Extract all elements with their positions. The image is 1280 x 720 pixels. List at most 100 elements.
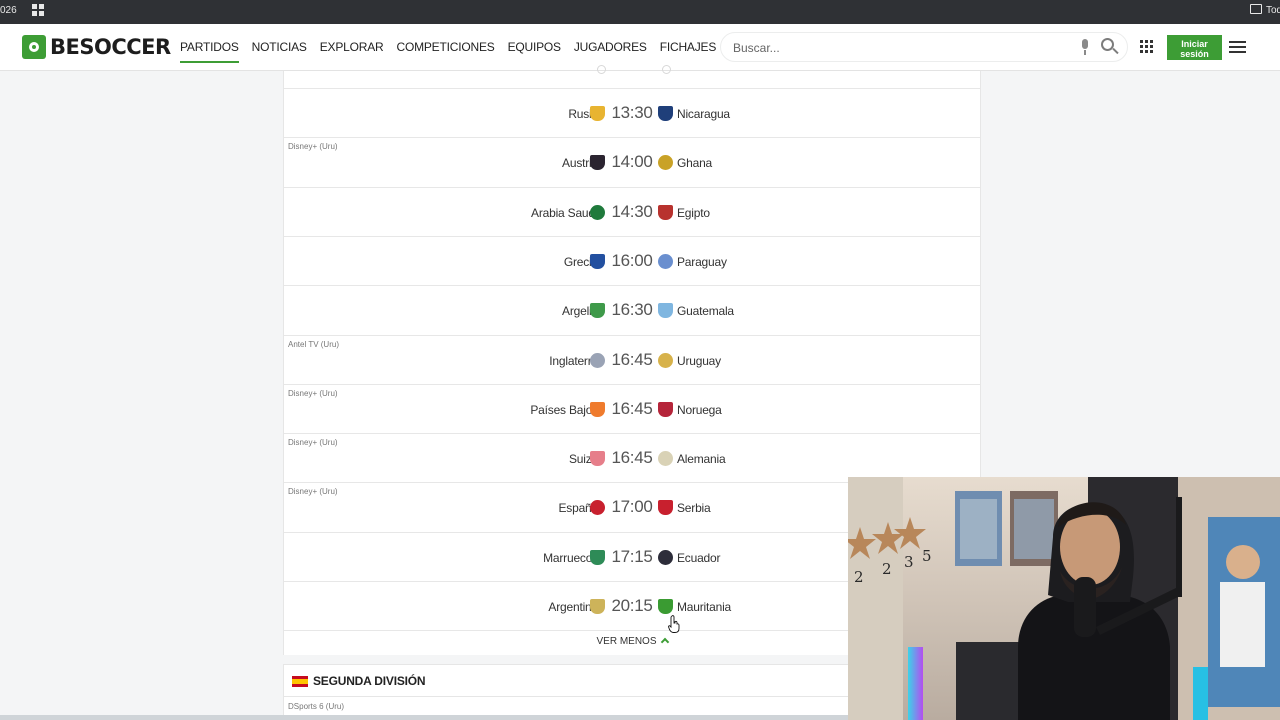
streamer-video: 2 2 3 5: [848, 477, 1280, 720]
away-team-name[interactable]: Nicaragua: [677, 107, 730, 121]
home-team-crest-icon: [590, 550, 605, 565]
match-time[interactable]: 20:15: [611, 596, 653, 616]
logo-text: BESOCCER: [50, 35, 171, 59]
match-time[interactable]: 17:15: [611, 547, 653, 567]
team-crest-icon: [597, 65, 606, 74]
away-team-crest-icon: [658, 303, 673, 318]
nav-item[interactable]: EXPLORAR: [320, 24, 384, 71]
nav-item[interactable]: COMPETICIONES: [396, 24, 494, 71]
login-button[interactable]: Iniciar sesión: [1167, 35, 1222, 60]
away-team-name[interactable]: Ecuador: [677, 551, 720, 565]
away-team-name[interactable]: Egipto: [677, 206, 710, 220]
home-team-crest-icon: [590, 303, 605, 318]
home-team-crest-icon: [590, 254, 605, 269]
folder-icon[interactable]: [1250, 4, 1262, 14]
webcam-overlay: 2 2 3 5: [848, 477, 1280, 720]
nav-item[interactable]: JUGADORES: [574, 24, 647, 71]
away-team-crest-icon: [658, 500, 673, 515]
match-time[interactable]: 16:45: [611, 448, 653, 468]
nav-item[interactable]: FICHAJES: [660, 24, 717, 71]
match-row[interactable]: Disney+ (Uru) Austria 14:00 Ghana: [284, 138, 980, 188]
tv-channel-label: Disney+ (Uru): [288, 389, 338, 398]
away-team-crest-icon: [658, 353, 673, 368]
away-team-name[interactable]: Uruguay: [677, 354, 721, 368]
away-team-name[interactable]: Mauritania: [677, 600, 731, 614]
away-team-name[interactable]: Noruega: [677, 403, 722, 417]
away-team-crest-icon: [658, 451, 673, 466]
match-row[interactable]: Argelia 16:30 Guatemala: [284, 286, 980, 336]
search-icon[interactable]: [1101, 38, 1119, 56]
svg-text:2: 2: [854, 568, 864, 586]
match-time[interactable]: 13:30: [611, 103, 653, 123]
match-row[interactable]: Arabia Saudí 14:30 Egipto: [284, 188, 980, 237]
tv-channel-label: Disney+ (Uru): [288, 487, 338, 496]
search-input[interactable]: [733, 39, 1063, 57]
away-team-crest-icon: [658, 402, 673, 417]
home-team-crest-icon: [590, 402, 605, 417]
away-team-crest-icon: [658, 155, 673, 170]
logo-mark-icon: [22, 35, 46, 59]
away-team-name[interactable]: Ghana: [677, 156, 712, 170]
search-box[interactable]: [720, 32, 1128, 62]
tv-channel-label: Antel TV (Uru): [288, 340, 339, 349]
home-team-crest-icon: [590, 155, 605, 170]
away-team-name[interactable]: Alemania: [677, 452, 726, 466]
home-team-crest-icon: [590, 500, 605, 515]
away-team-name[interactable]: Paraguay: [677, 255, 727, 269]
nav-item[interactable]: EQUIPOS: [508, 24, 561, 71]
hand-cursor-icon: [668, 615, 680, 633]
match-time[interactable]: 16:30: [611, 300, 653, 320]
ver-menos-label: VER MENOS: [596, 636, 657, 647]
svg-text:2: 2: [882, 560, 892, 578]
match-row-partial: [284, 65, 980, 89]
besoccer-logo[interactable]: BESOCCER: [22, 34, 171, 60]
match-row[interactable]: Disney+ (Uru) Suiza 16:45 Alemania: [284, 434, 980, 483]
away-team-crest-icon: [658, 106, 673, 121]
match-time[interactable]: 14:30: [611, 202, 653, 222]
home-team-crest-icon: [590, 205, 605, 220]
svg-text:3: 3: [904, 553, 914, 571]
home-team-crest-icon: [590, 451, 605, 466]
match-row[interactable]: Grecia 16:00 Paraguay: [284, 237, 980, 286]
away-team-crest-icon: [658, 599, 673, 614]
mic-icon[interactable]: [1080, 39, 1090, 56]
chevron-up-icon: [660, 637, 669, 647]
apps-grid-icon[interactable]: [1140, 40, 1153, 53]
menu-icon[interactable]: [1229, 41, 1246, 54]
site-header: BESOCCER PARTIDOS NOTICIAS EXPLORAR COMPETI…: [0, 24, 1280, 71]
match-row[interactable]: Rusia 13:30 Nicaragua: [284, 89, 980, 138]
bookmark-text-left: 026: [0, 5, 17, 16]
login-label-line2: sesión: [1180, 49, 1209, 59]
match-time[interactable]: 14:00: [611, 152, 653, 172]
bookmark-text-right[interactable]: Tod: [1266, 5, 1280, 16]
nav-item[interactable]: NOTICIAS: [252, 24, 307, 71]
nav-item[interactable]: PARTIDOS: [180, 24, 239, 71]
home-team-crest-icon: [590, 353, 605, 368]
main-nav: PARTIDOS NOTICIAS EXPLORAR COMPETICIONES EQU…: [180, 24, 783, 71]
away-team-crest-icon: [658, 205, 673, 220]
match-row[interactable]: Disney+ (Uru) Países Bajos 16:45 Noruega: [284, 385, 980, 434]
match-time[interactable]: 16:45: [611, 350, 653, 370]
away-team-name[interactable]: Serbia: [677, 501, 711, 515]
competition-title: SEGUNDA DIVISIÓN: [313, 674, 426, 688]
match-time[interactable]: 16:45: [611, 399, 653, 419]
tv-channel-label: Disney+ (Uru): [288, 438, 338, 447]
tv-channel-label: DSports 6 (Uru): [288, 702, 345, 711]
login-label-line1: Iniciar: [1181, 39, 1208, 49]
home-team-name[interactable]: Países Bajos: [530, 403, 598, 417]
match-time[interactable]: 17:00: [611, 497, 653, 517]
home-team-crest-icon: [590, 599, 605, 614]
home-team-name[interactable]: Arabia Saudí: [531, 206, 598, 220]
tv-channel-label: Disney+ (Uru): [288, 142, 338, 151]
apps-icon[interactable]: [32, 4, 44, 16]
home-team-crest-icon: [590, 106, 605, 121]
away-team-crest-icon: [658, 254, 673, 269]
browser-bookmarks-bar: 026 Tod: [0, 0, 1280, 24]
away-team-crest-icon: [658, 550, 673, 565]
spain-flag-icon: [292, 676, 308, 687]
away-team-name[interactable]: Guatemala: [677, 304, 734, 318]
team-crest-icon: [662, 65, 671, 74]
svg-text:5: 5: [922, 547, 932, 565]
match-row[interactable]: Antel TV (Uru) Inglaterra 16:45 Uruguay: [284, 336, 980, 385]
match-time[interactable]: 16:00: [611, 251, 653, 271]
